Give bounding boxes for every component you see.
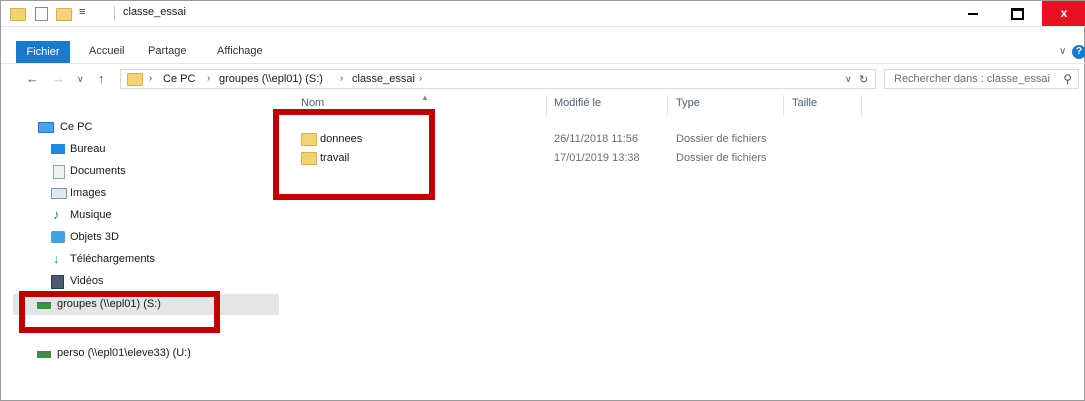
breadcrumb-separator-icon[interactable]: › <box>207 73 210 84</box>
sidebar-item-label: Objets 3D <box>70 231 119 243</box>
minimize-button[interactable] <box>951 1 995 26</box>
ribbon-tabs: Fichier Accueil Partage Affichage ∨ <box>1 41 1085 64</box>
navigation-pane: Ce PC Bureau Documents Images ♪ Musique … <box>13 99 283 399</box>
quick-access-dropdown-icon[interactable]: ≡ <box>79 6 85 18</box>
sidebar-item-label: perso (\\epl01\eleve33) (U:) <box>57 347 191 359</box>
sidebar-item-label: Musique <box>70 209 112 221</box>
sidebar-item-images[interactable]: Images <box>13 183 279 204</box>
column-header-size[interactable]: Taille <box>792 97 817 119</box>
highlight-box-files <box>273 109 435 200</box>
help-icon[interactable]: ? <box>1072 45 1085 59</box>
new-folder-icon[interactable] <box>56 8 72 21</box>
forward-arrow-icon[interactable]: → <box>52 71 65 86</box>
search-placeholder: Rechercher dans : classe_essai <box>894 73 1050 85</box>
sidebar-item-label: Images <box>70 187 107 199</box>
sidebar-item-bureau[interactable]: Bureau <box>13 139 279 160</box>
videos-icon <box>51 275 64 289</box>
file-type: Dossier de fichiers <box>676 133 767 145</box>
up-arrow-icon[interactable]: ↑ <box>98 71 105 86</box>
music-icon: ♪ <box>53 207 60 222</box>
documents-icon <box>53 165 65 179</box>
maximize-icon <box>1010 7 1024 20</box>
title-bar: ≡ classe_essai x <box>1 1 1085 27</box>
window-title: classe_essai <box>123 6 186 18</box>
sidebar-item-telechargements[interactable]: ↓ Téléchargements <box>13 249 279 270</box>
column-header-modified[interactable]: Modifié le <box>554 97 601 119</box>
column-divider[interactable] <box>783 95 784 117</box>
sidebar-item-label: Documents <box>70 165 126 177</box>
close-button[interactable]: x <box>1042 1 1085 26</box>
column-divider[interactable] <box>546 95 547 117</box>
back-arrow-icon[interactable]: ← <box>26 71 39 86</box>
sidebar-item-label: Bureau <box>70 143 106 155</box>
sort-caret-icon: ▲ <box>421 93 429 102</box>
sidebar-item-documents[interactable]: Documents <box>13 161 279 182</box>
tab-partage[interactable]: Partage <box>148 45 187 57</box>
downloads-icon: ↓ <box>53 251 60 266</box>
tab-fichier[interactable]: Fichier <box>16 41 70 63</box>
network-drive-icon <box>37 351 51 358</box>
breadcrumb-separator-icon[interactable]: › <box>419 73 422 84</box>
sidebar-item-ce-pc[interactable]: Ce PC <box>13 117 279 138</box>
breadcrumb-separator-icon[interactable]: › <box>149 73 152 84</box>
column-divider[interactable] <box>667 95 668 117</box>
highlight-box-groupes <box>19 291 220 333</box>
computer-icon <box>38 122 54 133</box>
address-bar[interactable]: › Ce PC › groupes (\\epl01) (S:) › class… <box>120 69 876 89</box>
navigation-bar: ← → ∨ ↑ › Ce PC › groupes (\\epl01) (S:)… <box>1 67 1085 93</box>
tab-affichage[interactable]: Affichage <box>217 45 263 57</box>
desktop-icon <box>51 144 65 154</box>
minimize-icon <box>968 12 978 15</box>
sidebar-item-label: Ce PC <box>60 121 93 133</box>
maximize-button[interactable] <box>995 1 1039 26</box>
title-separator <box>114 6 115 21</box>
breadcrumb-groupes[interactable]: groupes (\\epl01) (S:) <box>219 73 323 85</box>
sidebar-item-videos[interactable]: Vidéos <box>13 271 279 292</box>
sidebar-item-perso[interactable]: perso (\\epl01\eleve33) (U:) <box>13 343 279 364</box>
search-icon[interactable]: ⚲ <box>1063 72 1072 86</box>
properties-icon[interactable] <box>35 7 48 21</box>
ribbon-expand-icon[interactable]: ∨ <box>1059 46 1066 57</box>
folder-icon <box>10 8 26 21</box>
tab-accueil[interactable]: Accueil <box>89 45 124 57</box>
file-modified: 26/11/2018 11:56 <box>554 133 639 145</box>
recent-locations-chevron-icon[interactable]: ∨ <box>77 74 84 85</box>
column-header-type[interactable]: Type <box>676 97 700 119</box>
breadcrumb-classe-essai[interactable]: classe_essai <box>352 73 415 85</box>
refresh-icon[interactable]: ↻ <box>859 73 868 86</box>
column-divider[interactable] <box>861 95 862 117</box>
folder-icon <box>127 73 143 86</box>
breadcrumb-ce-pc[interactable]: Ce PC <box>163 73 195 85</box>
file-modified: 17/01/2019 13:38 <box>554 152 640 164</box>
sidebar-item-label: Téléchargements <box>70 253 155 265</box>
objects3d-icon <box>51 231 65 243</box>
breadcrumb-separator-icon[interactable]: › <box>340 73 343 84</box>
images-icon <box>51 188 67 199</box>
sidebar-item-label: Vidéos <box>70 275 104 287</box>
search-input[interactable]: Rechercher dans : classe_essai ⚲ <box>884 69 1079 89</box>
sidebar-item-objets-3d[interactable]: Objets 3D <box>13 227 279 248</box>
address-dropdown-icon[interactable]: ∨ <box>845 74 852 85</box>
sidebar-item-musique[interactable]: ♪ Musique <box>13 205 279 226</box>
explorer-window: ≡ classe_essai x Fichier Accueil Partage… <box>0 0 1085 401</box>
file-type: Dossier de fichiers <box>676 152 767 164</box>
